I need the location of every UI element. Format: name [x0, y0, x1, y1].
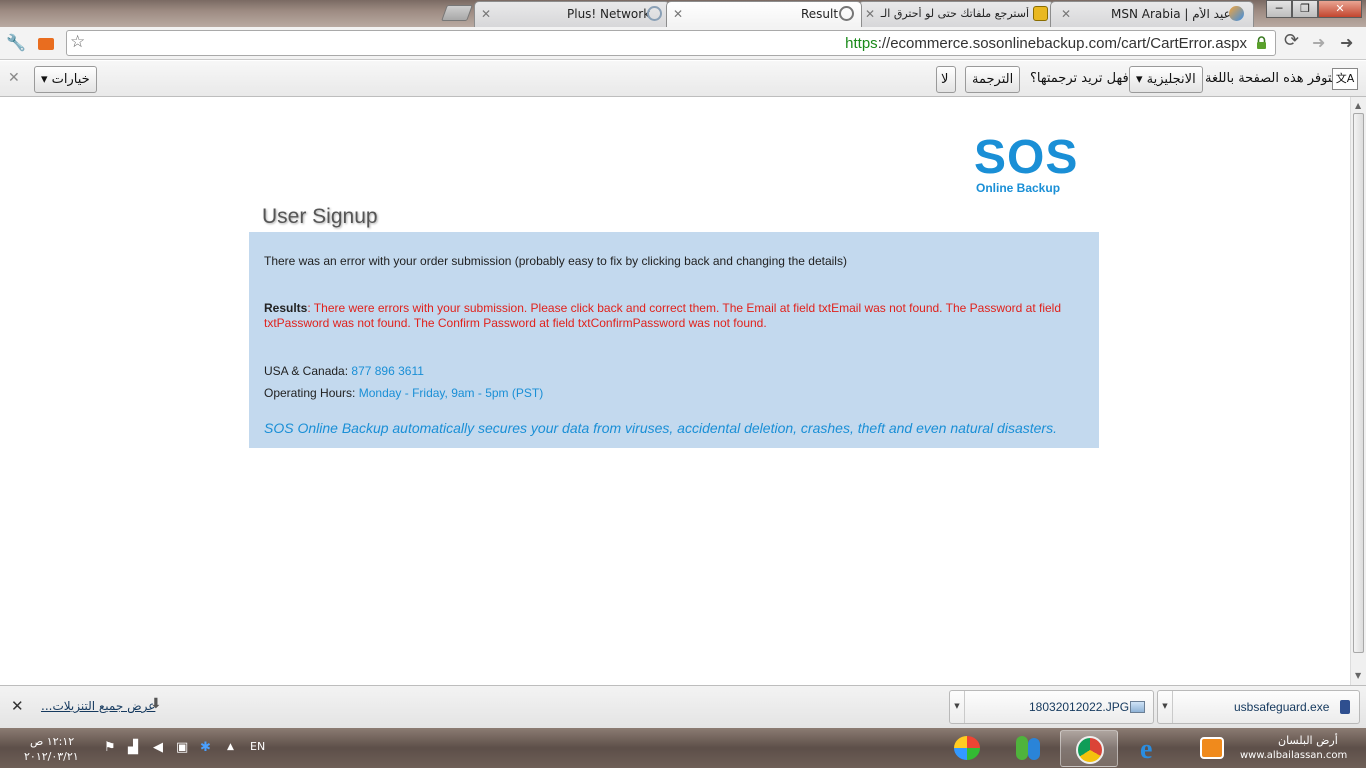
translate-infobar: ✕ ▾ خيارات لا الترجمة فهل تريد ترجمتها؟ …	[0, 61, 1366, 97]
scroll-up-icon[interactable]: ▲	[1355, 101, 1361, 110]
clock-date[interactable]: ٢٠١٢/٠٣/٢١	[24, 750, 79, 763]
logo-main-text: SOS	[974, 131, 1079, 184]
maximize-button[interactable]: ❐	[1292, 0, 1318, 18]
taskbar-app-media[interactable]	[1184, 730, 1242, 767]
tab-result[interactable]: ✕ Result	[666, 1, 862, 27]
tab-label: أسترجع ملفاتك حتى لو أحترق الـ	[880, 7, 1029, 20]
download-arrow-icon: ⬇	[150, 696, 162, 712]
download-shelf: ✕ عرض جميع التنزيلات... ⬇ ▼ 18032012022.…	[0, 685, 1366, 728]
tab-msn-arabia[interactable]: ✕ عيد الأم | MSN Arabia	[1050, 1, 1254, 27]
hours-line: Operating Hours: Monday - Friday, 9am - …	[264, 386, 543, 401]
phone-number[interactable]: 877 896 3611	[351, 364, 424, 378]
taskbar-app-chrome[interactable]	[1060, 730, 1118, 767]
sos-logo: SOS Online Backup	[974, 131, 1079, 205]
translate-prompt: تتوفر هذه الصفحة باللغة	[1205, 71, 1336, 86]
messenger-icon	[1016, 736, 1028, 760]
download-filename: 18032012022.JPG	[1029, 700, 1130, 714]
close-icon[interactable]: ✕	[1061, 7, 1071, 21]
tab-label: عيد الأم | MSN Arabia	[1111, 7, 1231, 21]
close-shelf-icon[interactable]: ✕	[11, 697, 24, 715]
close-icon[interactable]: ✕	[481, 7, 491, 21]
results-label: Results	[264, 301, 308, 315]
translate-question: فهل تريد ترجمتها؟	[1030, 71, 1129, 86]
scroll-thumb[interactable]	[1353, 113, 1364, 653]
signal-icon[interactable]: ▟	[128, 740, 138, 755]
reload-icon[interactable]: ⟳	[1284, 30, 1299, 51]
minimize-button[interactable]: ─	[1266, 0, 1292, 18]
page-title: User Signup	[262, 205, 378, 228]
network-error-icon[interactable]: ⚑	[104, 740, 116, 755]
page-viewport: SOS Online Backup User Signup There was …	[0, 97, 1350, 685]
watermark-url: www.albailassan.com	[1240, 750, 1348, 761]
scroll-down-icon[interactable]: ▼	[1355, 671, 1361, 680]
chevron-down-icon[interactable]: ▼	[950, 691, 965, 723]
new-tab-button[interactable]	[441, 5, 473, 21]
watermark-title: أرض البلسان	[1278, 734, 1338, 747]
options-dropdown[interactable]: ▾ خيارات	[34, 66, 97, 93]
image-file-icon	[1130, 701, 1145, 713]
tab-plus-network[interactable]: ✕ Plus! Network	[474, 1, 670, 27]
media-player-icon	[1200, 737, 1224, 759]
chevron-down-icon[interactable]: ▼	[1158, 691, 1173, 723]
volume-icon[interactable]: ◀	[153, 740, 163, 755]
download-filename: usbsafeguard.exe	[1234, 700, 1330, 714]
hours-label: Operating Hours:	[264, 386, 359, 400]
phone-label: USA & Canada:	[264, 364, 352, 378]
magnifier-favicon-icon	[647, 6, 662, 21]
pinwheel-icon	[954, 736, 980, 760]
tab-label: Plus! Network	[567, 7, 651, 21]
hours-value: Monday - Friday, 9am - 5pm (PST)	[358, 386, 544, 400]
show-hidden-icons-icon[interactable]: ▲	[227, 742, 234, 752]
taskbar-app-ie[interactable]: e	[1124, 730, 1182, 767]
site-favicon-icon	[1033, 6, 1048, 21]
tagline: SOS Online Backup automatically secures …	[264, 420, 1057, 436]
download-item[interactable]: ▼ usbsafeguard.exe	[1157, 690, 1360, 724]
close-icon[interactable]: ✕	[673, 7, 683, 21]
language-dropdown[interactable]: ▾ الانجليزية	[1129, 66, 1203, 93]
extension-icon[interactable]	[38, 38, 54, 50]
usb-tray-icon[interactable]: ▣	[176, 740, 188, 755]
internet-explorer-icon: e	[1140, 734, 1153, 765]
no-button[interactable]: لا	[936, 66, 956, 93]
translate-icon: 文A	[1332, 68, 1358, 90]
bluetooth-icon[interactable]: ✱	[200, 740, 211, 755]
usb-file-icon	[1340, 700, 1350, 714]
lock-icon	[1257, 36, 1266, 49]
globe-icon	[839, 6, 854, 21]
screen: ✕ Plus! Network ✕ Result ✕ أسترجع ملفاتك…	[0, 0, 1366, 768]
error-intro: There was an error with your order submi…	[264, 254, 847, 268]
tab-label: Result	[801, 7, 839, 21]
url-text[interactable]: https://ecommerce.sosonlinebackup.com/ca…	[845, 35, 1247, 52]
input-language[interactable]: EN	[250, 740, 265, 753]
tab-arabic-article[interactable]: ✕ أسترجع ملفاتك حتى لو أحترق الـ	[858, 1, 1054, 27]
back-icon[interactable]: ➜	[1340, 33, 1353, 52]
close-infobar-icon[interactable]: ✕	[8, 70, 20, 86]
browser-toolbar: 🔧 ☆ https://ecommerce.sosonlinebackup.co…	[0, 27, 1366, 60]
close-icon[interactable]: ✕	[865, 7, 875, 21]
taskbar-app-messenger[interactable]	[998, 730, 1056, 767]
download-item[interactable]: ▼ 18032012022.JPG	[949, 690, 1154, 724]
msn-favicon-icon	[1229, 6, 1244, 21]
wrench-icon[interactable]: 🔧	[6, 33, 26, 52]
forward-icon[interactable]: ➜	[1312, 33, 1325, 52]
star-icon[interactable]: ☆	[70, 32, 85, 52]
show-all-downloads-link[interactable]: عرض جميع التنزيلات...	[41, 699, 155, 713]
chrome-icon	[1076, 736, 1104, 764]
vertical-scrollbar[interactable]: ▲ ▼	[1350, 97, 1366, 685]
phone-line: USA & Canada: 877 896 3611	[264, 364, 424, 379]
clock-time[interactable]: ١٢:١٢ ص	[30, 735, 74, 748]
results-message: Results: There were errors with your sub…	[264, 301, 1094, 331]
translate-button[interactable]: الترجمة	[965, 66, 1021, 93]
taskbar-app-paint[interactable]	[938, 730, 996, 767]
close-window-button[interactable]: ✕	[1318, 0, 1362, 18]
address-bar[interactable]: ☆ https://ecommerce.sosonlinebackup.com/…	[66, 30, 1276, 56]
window-controls: ─ ❐ ✕	[1266, 0, 1362, 19]
results-text-1: : There were errors with your submission…	[307, 301, 1062, 315]
tab-strip: ✕ Plus! Network ✕ Result ✕ أسترجع ملفاتك…	[0, 0, 1366, 27]
windows-taskbar: ١٢:١٢ ص ٢٠١٢/٠٣/٢١ ⚑ ▟ ◀ ▣ ✱ ▲ EN e أرض …	[0, 728, 1366, 768]
results-text-2: txtPassword was not found. The Confirm P…	[264, 316, 767, 330]
error-panel: There was an error with your order submi…	[249, 232, 1099, 448]
